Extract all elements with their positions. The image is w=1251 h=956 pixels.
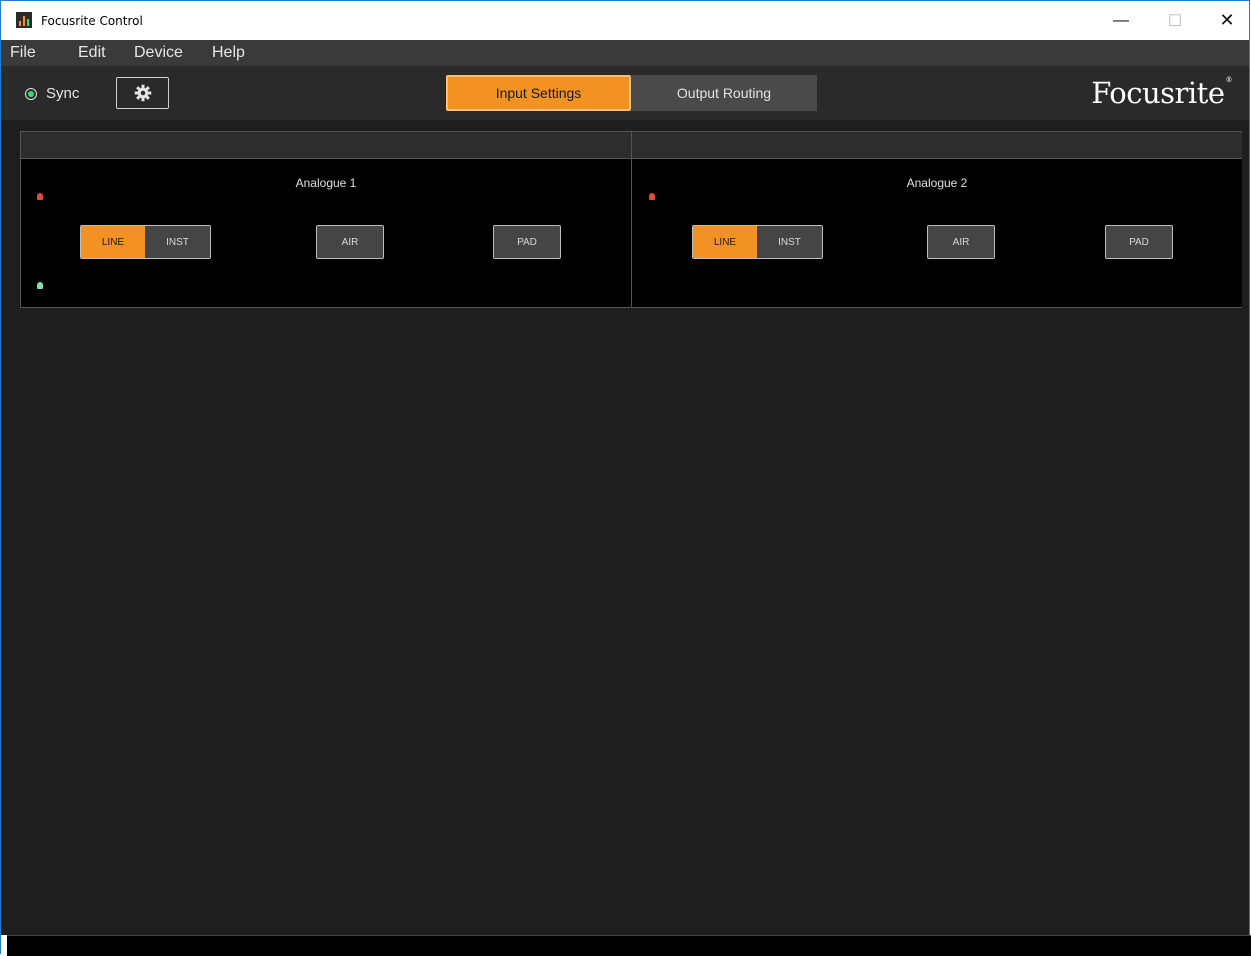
menu-bar: File Edit Device Help bbox=[1, 40, 1249, 66]
air-button[interactable]: AIR bbox=[927, 225, 995, 259]
logo-text: Focusrite bbox=[1091, 76, 1225, 110]
air-button[interactable]: AIR bbox=[316, 225, 384, 259]
channel-panel-analogue-1: Analogue 1 LINE INST AIR PAD bbox=[21, 132, 631, 307]
channel-header bbox=[632, 132, 1242, 159]
channel-body: Analogue 2 LINE INST AIR PAD bbox=[632, 159, 1242, 307]
clip-led-icon bbox=[649, 193, 655, 200]
sync-status-icon bbox=[25, 87, 37, 100]
channel-title: Analogue 2 bbox=[906, 176, 968, 190]
app-window: Focusrite Control — ☐ ✕ File Edit Device… bbox=[0, 0, 1251, 956]
maximize-button[interactable]: ☐ bbox=[1152, 1, 1198, 40]
line-button[interactable]: LINE bbox=[693, 226, 757, 258]
app-logo-icon bbox=[16, 12, 32, 28]
logo-registered-mark: ® bbox=[1225, 76, 1233, 84]
clip-led-icon bbox=[37, 193, 43, 200]
tab-input-settings[interactable]: Input Settings bbox=[446, 75, 631, 111]
channel-body: Analogue 1 LINE INST AIR PAD bbox=[21, 159, 631, 307]
channel-panel-group: Analogue 1 LINE INST AIR PAD Analogue 2 bbox=[20, 131, 1242, 308]
gear-icon bbox=[134, 84, 151, 102]
channel-panel-analogue-2: Analogue 2 LINE INST AIR PAD bbox=[631, 132, 1242, 307]
pad-button[interactable]: PAD bbox=[1105, 225, 1173, 259]
main-content: Analogue 1 LINE INST AIR PAD Analogue 2 bbox=[1, 120, 1249, 935]
line-inst-switch[interactable]: LINE INST bbox=[80, 225, 211, 259]
inst-button[interactable]: INST bbox=[757, 226, 822, 258]
settings-button[interactable] bbox=[116, 77, 169, 109]
toolbar: Sync Input Settings Output Routing Focus… bbox=[1, 66, 1249, 120]
signal-led-icon bbox=[37, 282, 43, 289]
title-bar[interactable]: Focusrite Control — ☐ ✕ bbox=[1, 1, 1249, 40]
minimize-button[interactable]: — bbox=[1098, 1, 1144, 40]
window-title: Focusrite Control bbox=[41, 14, 143, 28]
line-button[interactable]: LINE bbox=[81, 226, 145, 258]
inst-button[interactable]: INST bbox=[145, 226, 210, 258]
close-button[interactable]: ✕ bbox=[1204, 1, 1250, 40]
channel-header bbox=[21, 132, 631, 159]
channel-title: Analogue 1 bbox=[295, 176, 357, 190]
menu-help[interactable]: Help bbox=[212, 44, 245, 62]
tab-output-routing[interactable]: Output Routing bbox=[631, 75, 817, 111]
menu-edit[interactable]: Edit bbox=[78, 44, 106, 62]
menu-file[interactable]: File bbox=[10, 44, 36, 62]
focusrite-logo: Focusrite® bbox=[1091, 76, 1232, 110]
line-inst-switch[interactable]: LINE INST bbox=[692, 225, 823, 259]
pad-button[interactable]: PAD bbox=[493, 225, 561, 259]
sync-label: Sync bbox=[46, 85, 80, 102]
sync-indicator: Sync bbox=[25, 85, 79, 102]
menu-device[interactable]: Device bbox=[134, 44, 183, 62]
status-bar bbox=[7, 935, 1251, 956]
